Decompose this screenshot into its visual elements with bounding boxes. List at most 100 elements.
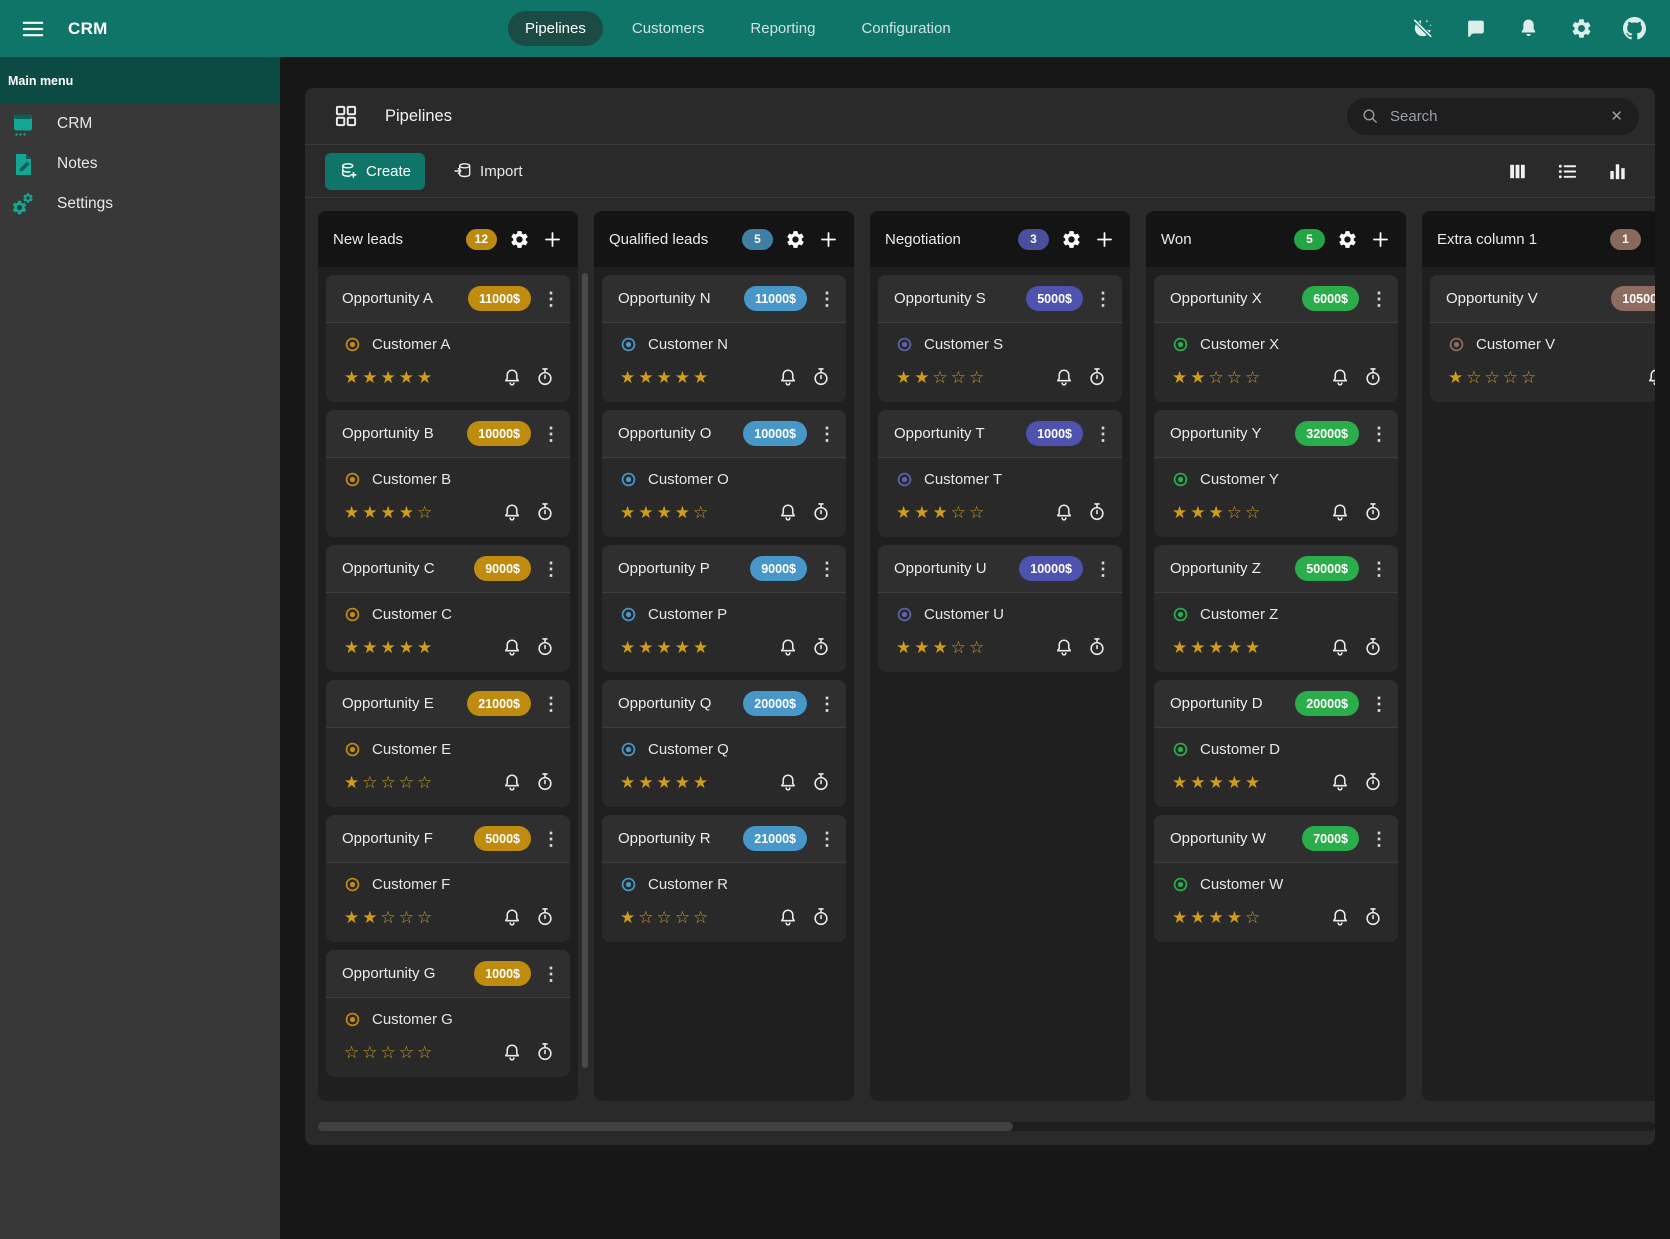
rating-stars[interactable]: ★★★☆☆ bbox=[1172, 504, 1263, 521]
card-menu-button[interactable]: ⋮ bbox=[1368, 560, 1390, 578]
card-menu-button[interactable]: ⋮ bbox=[816, 695, 838, 713]
timer-button[interactable] bbox=[810, 636, 832, 658]
opportunity-card[interactable]: Opportunity C 9000$ ⋮ Customer C ★★★★★ bbox=[326, 545, 570, 672]
timer-button[interactable] bbox=[810, 501, 832, 523]
reminder-bell-button[interactable] bbox=[1053, 501, 1075, 523]
rating-stars[interactable]: ★★★☆☆ bbox=[896, 504, 987, 521]
card-menu-button[interactable]: ⋮ bbox=[540, 830, 562, 848]
reminder-bell-button[interactable] bbox=[1329, 501, 1351, 523]
opportunity-card[interactable]: Opportunity N 11000$ ⋮ Customer N ★★★★★ bbox=[602, 275, 846, 402]
column-settings-button[interactable] bbox=[1653, 229, 1655, 250]
settings-button[interactable] bbox=[1570, 17, 1593, 40]
reminder-bell-button[interactable] bbox=[777, 771, 799, 793]
timer-button[interactable] bbox=[810, 771, 832, 793]
opportunity-card[interactable]: Opportunity V 10500$ ⋮ Customer V ★☆☆☆☆ bbox=[1430, 275, 1655, 402]
github-button[interactable] bbox=[1623, 17, 1646, 40]
timer-button[interactable] bbox=[534, 501, 556, 523]
rating-stars[interactable]: ★★☆☆☆ bbox=[1172, 369, 1263, 386]
card-menu-button[interactable]: ⋮ bbox=[816, 425, 838, 443]
opportunity-card[interactable]: Opportunity W 7000$ ⋮ Customer W ★★★★☆ bbox=[1154, 815, 1398, 942]
notifications-button[interactable] bbox=[1517, 17, 1540, 40]
reminder-bell-button[interactable] bbox=[1053, 636, 1075, 658]
reminder-bell-button[interactable] bbox=[501, 1041, 523, 1063]
column-settings-button[interactable] bbox=[509, 229, 530, 250]
opportunity-card[interactable]: Opportunity Y 32000$ ⋮ Customer Y ★★★☆☆ bbox=[1154, 410, 1398, 537]
rating-stars[interactable]: ★★☆☆☆ bbox=[344, 909, 435, 926]
card-menu-button[interactable]: ⋮ bbox=[1092, 425, 1114, 443]
reminder-bell-button[interactable] bbox=[501, 501, 523, 523]
rating-stars[interactable]: ★☆☆☆☆ bbox=[344, 774, 435, 791]
column-settings-button[interactable] bbox=[1337, 229, 1358, 250]
card-menu-button[interactable]: ⋮ bbox=[816, 830, 838, 848]
opportunity-card[interactable]: Opportunity Q 20000$ ⋮ Customer Q ★★★★★ bbox=[602, 680, 846, 807]
sidebar-item-notes[interactable]: Notes bbox=[0, 144, 280, 184]
board-horizontal-scrollbar[interactable] bbox=[318, 1122, 1655, 1131]
rating-stars[interactable]: ★★★★★ bbox=[344, 369, 435, 386]
opportunity-card[interactable]: Opportunity G 1000$ ⋮ Customer G ☆☆☆☆☆ bbox=[326, 950, 570, 1077]
opportunity-card[interactable]: Opportunity B 10000$ ⋮ Customer B ★★★★☆ bbox=[326, 410, 570, 537]
card-menu-button[interactable]: ⋮ bbox=[540, 425, 562, 443]
opportunity-card[interactable]: Opportunity A 11000$ ⋮ Customer A ★★★★★ bbox=[326, 275, 570, 402]
reminder-bell-button[interactable] bbox=[1329, 636, 1351, 658]
rating-stars[interactable]: ★★★★★ bbox=[1172, 639, 1263, 656]
nav-tab-customers[interactable]: Customers bbox=[615, 11, 722, 46]
reminder-bell-button[interactable] bbox=[1329, 366, 1351, 388]
timer-button[interactable] bbox=[1362, 501, 1384, 523]
reminder-bell-button[interactable] bbox=[1329, 906, 1351, 928]
rating-stars[interactable]: ★★★★☆ bbox=[620, 504, 711, 521]
opportunity-card[interactable]: Opportunity U 10000$ ⋮ Customer U ★★★☆☆ bbox=[878, 545, 1122, 672]
card-menu-button[interactable]: ⋮ bbox=[1368, 830, 1390, 848]
timer-button[interactable] bbox=[810, 366, 832, 388]
opportunity-card[interactable]: Opportunity D 20000$ ⋮ Customer D ★★★★★ bbox=[1154, 680, 1398, 807]
opportunity-card[interactable]: Opportunity E 21000$ ⋮ Customer E ★☆☆☆☆ bbox=[326, 680, 570, 807]
column-add-button[interactable] bbox=[542, 229, 563, 250]
timer-button[interactable] bbox=[534, 771, 556, 793]
search-input[interactable] bbox=[1390, 108, 1597, 125]
rating-stars[interactable]: ★★★★★ bbox=[620, 639, 711, 656]
timer-button[interactable] bbox=[1362, 771, 1384, 793]
card-menu-button[interactable]: ⋮ bbox=[540, 290, 562, 308]
reminder-bell-button[interactable] bbox=[777, 906, 799, 928]
timer-button[interactable] bbox=[1362, 906, 1384, 928]
timer-button[interactable] bbox=[810, 906, 832, 928]
card-menu-button[interactable]: ⋮ bbox=[540, 965, 562, 983]
reminder-bell-button[interactable] bbox=[777, 366, 799, 388]
import-button[interactable]: Import bbox=[445, 153, 531, 190]
rating-stars[interactable]: ★★★☆☆ bbox=[896, 639, 987, 656]
opportunity-card[interactable]: Opportunity O 10000$ ⋮ Customer O ★★★★☆ bbox=[602, 410, 846, 537]
messages-button[interactable] bbox=[1464, 17, 1487, 40]
nav-tab-reporting[interactable]: Reporting bbox=[733, 11, 832, 46]
timer-button[interactable] bbox=[1086, 636, 1108, 658]
column-add-button[interactable] bbox=[1370, 229, 1391, 250]
rating-stars[interactable]: ★☆☆☆☆ bbox=[1448, 369, 1539, 386]
theme-toggle-button[interactable] bbox=[1411, 17, 1434, 40]
rating-stars[interactable]: ★★★★★ bbox=[620, 369, 711, 386]
rating-stars[interactable]: ★★★★★ bbox=[620, 774, 711, 791]
timer-button[interactable] bbox=[1362, 366, 1384, 388]
rating-stars[interactable]: ★★☆☆☆ bbox=[896, 369, 987, 386]
timer-button[interactable] bbox=[1086, 366, 1108, 388]
opportunity-card[interactable]: Opportunity T 1000$ ⋮ Customer T ★★★☆☆ bbox=[878, 410, 1122, 537]
sidebar-item-crm[interactable]: CRM bbox=[0, 104, 280, 144]
list-view-button[interactable] bbox=[1556, 160, 1579, 183]
card-menu-button[interactable]: ⋮ bbox=[816, 560, 838, 578]
reminder-bell-button[interactable] bbox=[501, 771, 523, 793]
timer-button[interactable] bbox=[1086, 501, 1108, 523]
rating-stars[interactable]: ★☆☆☆☆ bbox=[620, 909, 711, 926]
nav-tab-pipelines[interactable]: Pipelines bbox=[508, 11, 603, 46]
timer-button[interactable] bbox=[534, 906, 556, 928]
timer-button[interactable] bbox=[534, 366, 556, 388]
column-add-button[interactable] bbox=[818, 229, 839, 250]
hamburger-menu-button[interactable] bbox=[20, 16, 46, 42]
card-menu-button[interactable]: ⋮ bbox=[1368, 290, 1390, 308]
reminder-bell-button[interactable] bbox=[777, 636, 799, 658]
timer-button[interactable] bbox=[534, 1041, 556, 1063]
card-menu-button[interactable]: ⋮ bbox=[816, 290, 838, 308]
opportunity-card[interactable]: Opportunity S 5000$ ⋮ Customer S ★★☆☆☆ bbox=[878, 275, 1122, 402]
rating-stars[interactable]: ☆☆☆☆☆ bbox=[344, 1044, 435, 1061]
search-clear-button[interactable]: ✕ bbox=[1608, 105, 1625, 127]
rating-stars[interactable]: ★★★★★ bbox=[344, 639, 435, 656]
rating-stars[interactable]: ★★★★☆ bbox=[1172, 909, 1263, 926]
card-menu-button[interactable]: ⋮ bbox=[540, 695, 562, 713]
card-menu-button[interactable]: ⋮ bbox=[1092, 560, 1114, 578]
